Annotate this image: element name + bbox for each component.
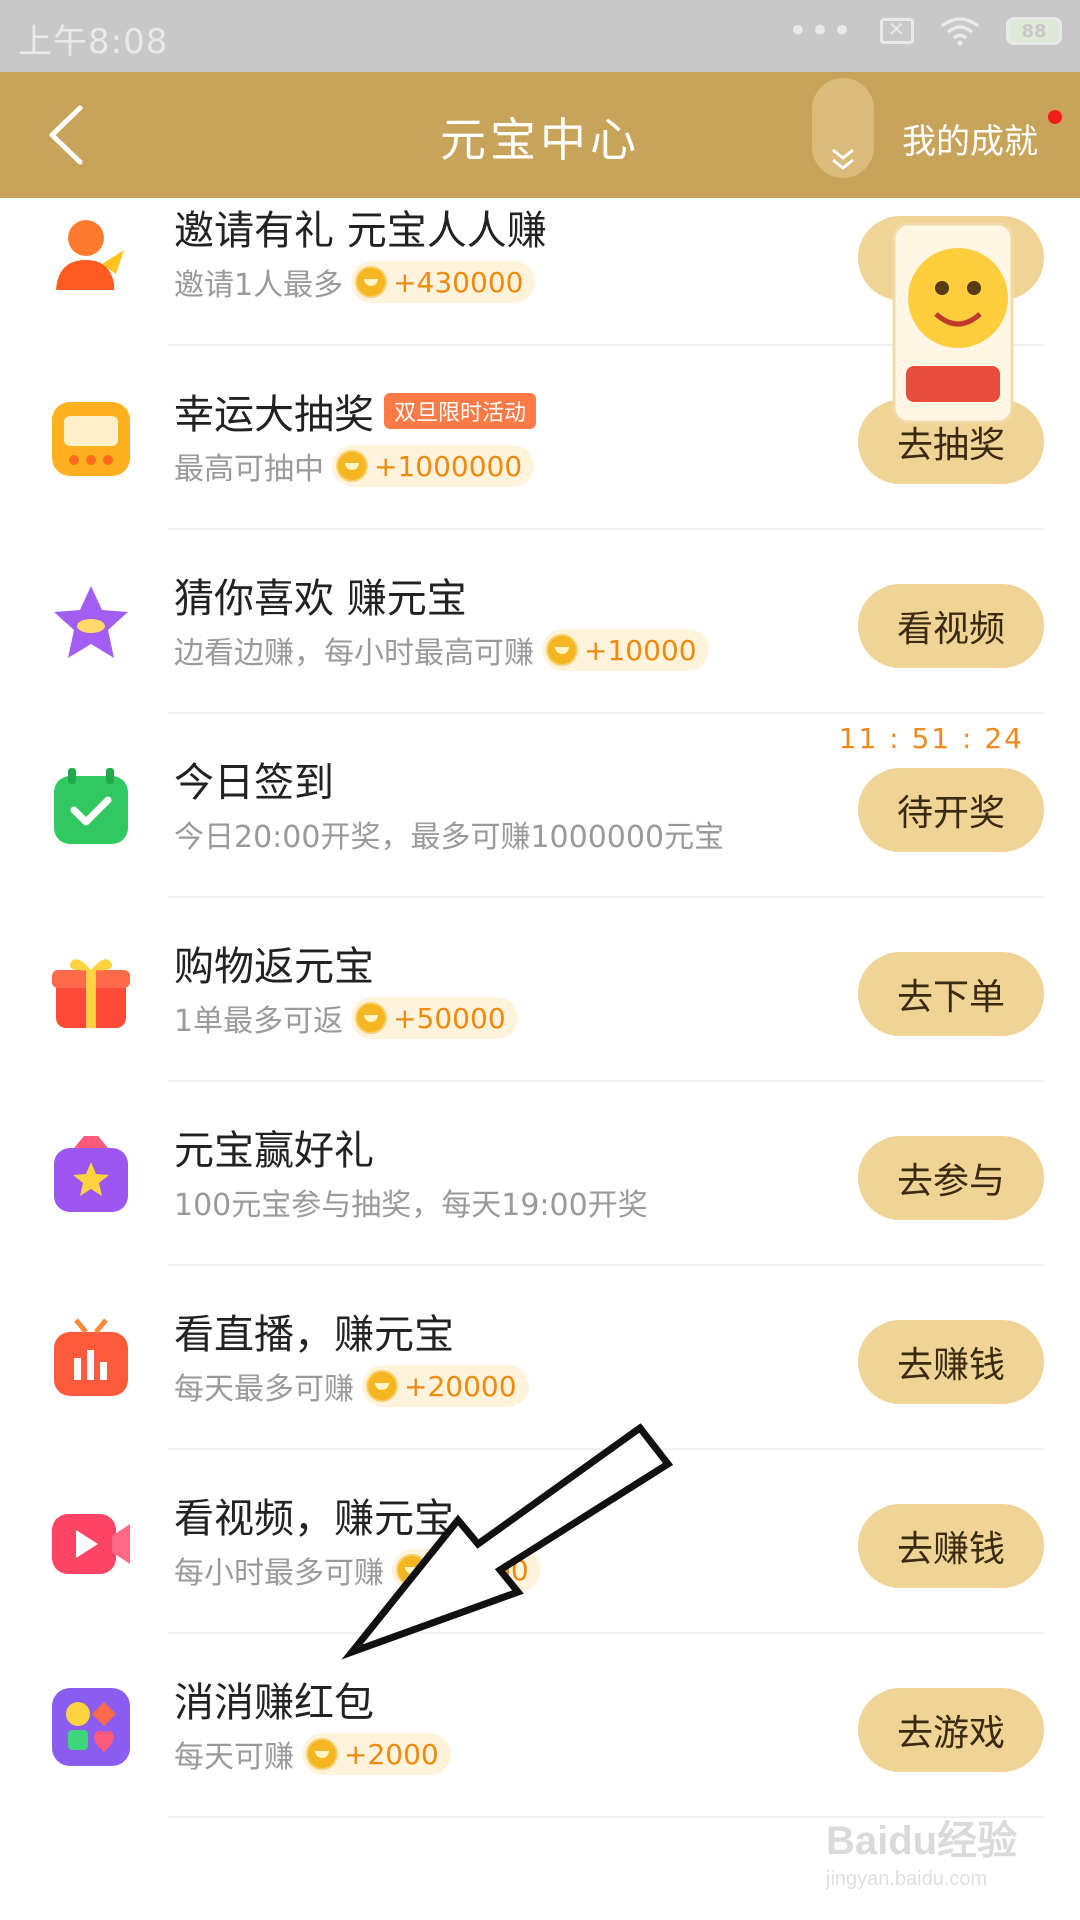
list-item: 猜你喜欢 赚元宝 边看边赚，每小时最高可赚 +10000 看视频 bbox=[0, 530, 1080, 714]
coin-icon bbox=[355, 266, 388, 298]
earn-money-button[interactable]: 去赚钱 bbox=[858, 1320, 1044, 1404]
task-title: 元宝赢好礼 bbox=[174, 1128, 374, 1174]
watch-video-button[interactable]: 看视频 bbox=[858, 584, 1044, 668]
coin-icon bbox=[366, 1370, 398, 1402]
task-title: 购物返元宝 bbox=[174, 944, 374, 990]
list-item: 元宝赢好礼 100元宝参与抽奖，每天19:00开奖 去参与 bbox=[0, 1082, 1080, 1266]
task-title: 消消赚红包 bbox=[174, 1680, 374, 1726]
reward-badge: +20000 bbox=[362, 1365, 529, 1407]
annotation-arrow-icon bbox=[341, 1423, 674, 1660]
task-title: 今日签到 bbox=[174, 760, 334, 806]
battery-icon: 88 bbox=[1006, 17, 1062, 45]
coin-icon bbox=[546, 634, 578, 666]
task-subtitle: 今日20:00开奖，最多可赚1000000元宝 bbox=[174, 820, 725, 855]
task-subtitle: 每天可赚 +2000 bbox=[174, 1732, 451, 1776]
coin-icon bbox=[355, 1002, 388, 1034]
task-subtitle: 100元宝参与抽奖，每天19:00开奖 bbox=[174, 1188, 648, 1223]
status-bar: 上午8:08 ••• 88 bbox=[0, 0, 1080, 72]
countdown-timer: 11 : 51 : 24 bbox=[838, 722, 1024, 755]
await-draw-button[interactable]: 待开奖 bbox=[858, 768, 1044, 852]
my-achievements-link[interactable]: 我的成就 bbox=[902, 114, 1038, 163]
more-dots-icon: ••• bbox=[787, 11, 854, 51]
video-play-icon bbox=[52, 1514, 130, 1574]
reward-badge: +50000 bbox=[351, 997, 518, 1039]
coin-icon bbox=[336, 450, 368, 482]
reward-badge: +430000 bbox=[351, 261, 536, 303]
mascot-float-icon[interactable] bbox=[888, 218, 1018, 428]
lottery-machine-icon bbox=[52, 402, 130, 476]
wifi-icon bbox=[940, 17, 980, 46]
prize-bag-icon bbox=[54, 1136, 128, 1212]
header-bar: 元宝中心 我的成就 bbox=[0, 72, 1080, 198]
reward-badge: +10000 bbox=[542, 629, 709, 671]
participate-button[interactable]: 去参与 bbox=[858, 1136, 1044, 1220]
chevron-down-icon bbox=[832, 148, 854, 170]
watermark-url: jingyan.baidu.com bbox=[826, 1868, 988, 1890]
task-title: 看直播，赚元宝 bbox=[174, 1312, 454, 1358]
task-title: 幸运大抽奖 双旦限时活动 bbox=[174, 382, 537, 440]
list-item: 购物返元宝 1单最多可返 +50000 去下单 bbox=[0, 898, 1080, 1082]
list-item: 消消赚红包 每天可赚 +2000 去游戏 bbox=[0, 1634, 1080, 1818]
match-game-icon bbox=[52, 1688, 130, 1766]
collapse-toggle-button[interactable] bbox=[812, 78, 874, 178]
task-subtitle: 最高可抽中 +1000000 bbox=[174, 444, 535, 488]
task-title: 邀请有礼 元宝人人赚 bbox=[174, 208, 547, 254]
list-item: 今日签到 今日20:00开奖，最多可赚1000000元宝 11 : 51 : 2… bbox=[0, 714, 1080, 898]
reward-badge: +2000 bbox=[302, 1733, 451, 1775]
watermark: Baidu经验 jingyan.baidu.com bbox=[826, 1808, 1036, 1900]
status-time: 上午8:08 bbox=[18, 22, 169, 62]
task-subtitle: 边看边赚，每小时最高可赚 +10000 bbox=[174, 628, 709, 672]
task-title: 猜你喜欢 赚元宝 bbox=[174, 576, 467, 622]
earn-money-button[interactable]: 去赚钱 bbox=[858, 1504, 1044, 1588]
invite-user-icon bbox=[56, 220, 124, 290]
promo-tag: 双旦限时活动 bbox=[384, 393, 537, 429]
star-ingot-icon bbox=[54, 586, 128, 658]
calendar-check-icon bbox=[54, 768, 128, 844]
reward-badge: +1000000 bbox=[332, 445, 535, 487]
notification-dot bbox=[1048, 110, 1062, 124]
task-subtitle: 每天最多可赚 +20000 bbox=[174, 1364, 529, 1408]
place-order-button[interactable]: 去下单 bbox=[858, 952, 1044, 1036]
watermark-logo: Baidu经验 bbox=[826, 1819, 1018, 1863]
gift-box-icon bbox=[52, 959, 130, 1028]
live-tv-icon bbox=[54, 1318, 128, 1396]
play-game-button[interactable]: 去游戏 bbox=[858, 1688, 1044, 1772]
task-subtitle: 1单最多可返 +50000 bbox=[174, 996, 518, 1040]
coin-icon bbox=[306, 1738, 338, 1770]
sim-icon bbox=[880, 17, 914, 44]
task-subtitle: 邀请1人最多 +430000 bbox=[174, 260, 536, 304]
